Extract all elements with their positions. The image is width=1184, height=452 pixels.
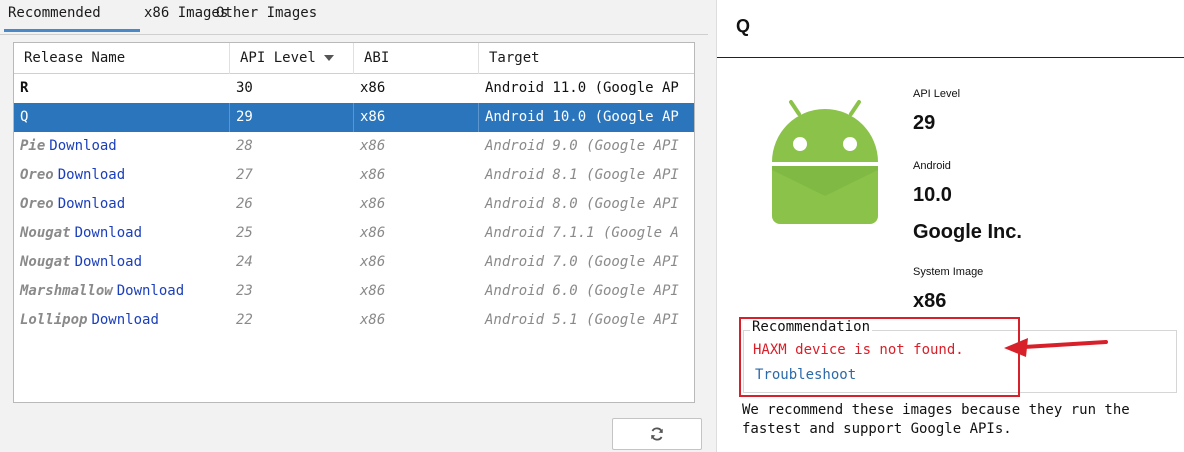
api-level-cell: 29 [230,103,354,132]
table-row[interactable]: Q 29 x86 Android 10.0 (Google AP [14,103,694,132]
api-level-cell: 26 [236,196,253,212]
api-level-label: API Level [913,88,961,100]
api-header-label: API Level [240,50,316,66]
api-level-cell: 30 [236,80,253,96]
recommendation-note: We recommend these images because they r… [742,402,1130,437]
table-row[interactable]: Pie Download 28 x86 Android 9.0 (Google API [14,132,694,161]
refresh-icon [651,427,663,441]
abi-cell: x86 [360,138,386,154]
abi-cell: x86 [354,103,479,132]
download-link[interactable]: Download [75,254,142,270]
target-cell: Android 6.0 (Google API [485,283,679,299]
api-level-cell: 22 [236,312,253,328]
abi-cell: x86 [360,225,386,241]
tab-recommended[interactable]: Recommended [4,2,140,32]
table-row[interactable]: Nougat Download 25 x86 Android 7.1.1 (Google… [14,219,694,248]
title-divider [717,57,1184,58]
table-row[interactable]: Oreo Download 26 x86 Android 8.0 (Google API [14,190,694,219]
tab-other-images[interactable]: Other Images [212,2,321,32]
release-name: Pie [20,138,46,154]
tab-other-label: Other Images [216,5,318,21]
image-tabs: Recommended x86 Images Other Images [0,0,716,36]
system-image-pane: Recommended x86 Images Other Images Rele… [0,0,716,452]
table-row[interactable]: Nougat Download 24 x86 Android 7.0 (Google A… [14,248,694,277]
release-name: Marshmallow [20,283,113,299]
abi-cell: x86 [360,196,386,212]
troubleshoot-link[interactable]: Troubleshoot [755,367,856,383]
table-header: Release Name API Level ABI Target [14,43,694,74]
refresh-button[interactable] [612,418,702,450]
recommendation-legend: Recommendation [750,319,873,335]
tab-recommended-label: Recommended [8,5,101,21]
release-name: Oreo [20,196,54,212]
api-level-cell: 25 [236,225,253,241]
vendor-value: Google Inc. [913,221,1022,243]
abi-cell: x86 [360,80,386,96]
release-name-cell: Marshmallow Download [14,277,230,306]
haxm-error-message: HAXM device is not found. [753,342,964,358]
target-cell: Android 10.0 (Google AP [485,109,679,125]
tab-divider [0,34,708,35]
release-name: Lollipop [20,312,88,328]
api-level-cell: 27 [236,167,253,183]
abi-cell: x86 [360,254,386,270]
system-image-value: x86 [913,290,947,312]
android-version-label: Android [913,160,951,172]
download-link[interactable]: Download [75,225,142,241]
release-name: Nougat [20,225,71,241]
detail-title: Q [736,16,751,36]
release-name-cell: Q [14,103,230,132]
release-name-cell: Nougat Download [14,219,230,248]
release-name-cell: Oreo Download [14,161,230,190]
release-name-cell: Nougat Download [14,248,230,277]
release-name-cell: Oreo Download [14,190,230,219]
column-header-release-name[interactable]: Release Name [14,43,230,74]
table-row[interactable]: R 30 x86 Android 11.0 (Google AP [14,74,694,103]
target-cell: Android 7.1.1 (Google A [485,225,679,241]
download-link[interactable]: Download [58,167,125,183]
sort-descending-icon [323,55,334,61]
download-link[interactable]: Download [58,196,125,212]
system-image-table: Release Name API Level ABI Target R 30 x86… [13,42,695,403]
release-name-cell: Lollipop Download [14,306,230,335]
system-image-label: System Image [913,266,984,278]
column-header-api-level[interactable]: API Level [230,43,354,74]
abi-cell: x86 [360,283,386,299]
target-cell: Android 9.0 (Google API [485,138,679,154]
api-level-value: 29 [913,112,936,134]
release-name-cell: Pie Download [14,132,230,161]
api-level-cell: 23 [236,283,253,299]
api-level-cell: 24 [236,254,253,270]
target-cell: Android 8.1 (Google API [485,167,679,183]
download-link[interactable]: Download [91,312,158,328]
table-row[interactable]: Lollipop Download 22 x86 Android 5.1 (Google… [14,306,694,335]
target-cell: Android 11.0 (Google AP [485,80,679,96]
release-name: Oreo [20,167,54,183]
abi-cell: x86 [360,167,386,183]
image-detail-pane: Q API Level 29 Android 10.0 Google Inc. … [716,0,1184,452]
target-cell: Android 5.1 (Google API [485,312,679,328]
download-link[interactable]: Download [49,138,116,154]
api-level-cell: 28 [236,138,253,154]
target-cell: Android 7.0 (Google API [485,254,679,270]
release-name: Nougat [20,254,71,270]
column-header-target[interactable]: Target [479,43,694,74]
column-header-abi[interactable]: ABI [354,43,479,74]
android-version-value: 10.0 [913,184,952,206]
abi-cell: x86 [360,312,386,328]
target-cell: Android 8.0 (Google API [485,196,679,212]
download-link[interactable]: Download [117,283,184,299]
table-row[interactable]: Marshmallow Download 23 x86 Android 6.0 (Goo… [14,277,694,306]
table-row[interactable]: Oreo Download 27 x86 Android 8.1 (Google API [14,161,694,190]
android-robot-icon [772,100,878,224]
release-name-cell: R [14,74,230,103]
annotation-arrow-icon [1004,338,1108,357]
release-name: R [20,80,29,96]
release-name: Q [20,109,29,125]
